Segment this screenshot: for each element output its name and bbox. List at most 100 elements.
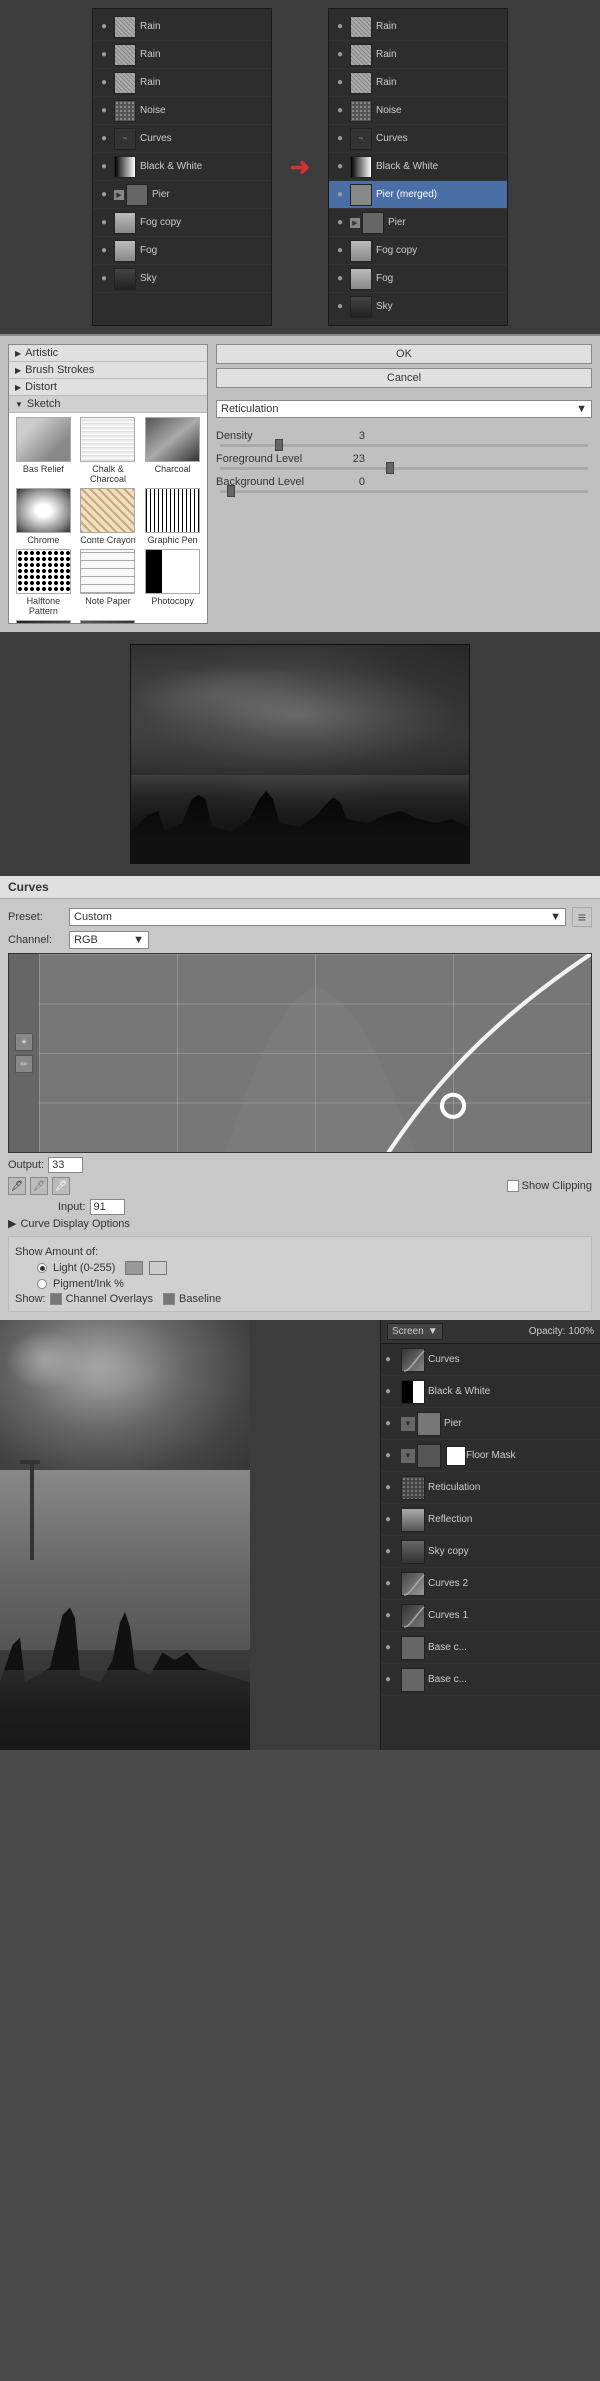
visibility-icon[interactable]: ●	[385, 1482, 399, 1493]
pigment-radio[interactable]	[37, 1279, 47, 1289]
visibility-icon[interactable]: ●	[333, 48, 347, 62]
layer-row[interactable]: ● Fog	[93, 237, 271, 265]
visibility-icon[interactable]: ●	[333, 160, 347, 174]
layer-row[interactable]: ● Fog copy	[329, 237, 507, 265]
layer-row-selected[interactable]: ● Pier (merged)	[329, 181, 507, 209]
visibility-icon[interactable]: ●	[333, 216, 347, 230]
visibility-icon[interactable]: ●	[333, 188, 347, 202]
final-layer-base2[interactable]: ● Base c...	[381, 1664, 600, 1696]
visibility-icon[interactable]: ●	[97, 188, 111, 202]
filter-item-extra2[interactable]	[78, 620, 139, 624]
foreground-slider-track[interactable]	[220, 467, 588, 470]
filter-item-charcoal[interactable]: Charcoal	[142, 417, 203, 484]
final-layer-floor-mask[interactable]: ● ▼ Floor Mask	[381, 1440, 600, 1472]
filter-item-photocopy[interactable]: Photocopy	[142, 549, 203, 616]
layer-row[interactable]: ● Sky	[93, 265, 271, 293]
visibility-icon[interactable]: ●	[385, 1674, 399, 1685]
visibility-icon[interactable]: ●	[97, 104, 111, 118]
filter-category-distort[interactable]: ▶ Distort	[9, 379, 207, 396]
visibility-icon[interactable]: ●	[333, 132, 347, 146]
channel-dropdown[interactable]: RGB ▼	[69, 931, 149, 949]
curve-draw-tool-icon[interactable]: ✏	[15, 1055, 33, 1073]
filter-category-brush[interactable]: ▶ Brush Strokes	[9, 362, 207, 379]
visibility-icon[interactable]: ●	[97, 216, 111, 230]
final-layer-base1[interactable]: ● Base c...	[381, 1632, 600, 1664]
visibility-icon[interactable]: ●	[385, 1450, 399, 1461]
final-layer-reticulation[interactable]: ● Reticulation	[381, 1472, 600, 1504]
final-layer-bw[interactable]: ● Black & White	[381, 1376, 600, 1408]
layer-row[interactable]: ● ~ Curves	[329, 125, 507, 153]
layer-row[interactable]: ● Fog copy	[93, 209, 271, 237]
curve-display-options-toggle[interactable]: ▶ Curve Display Options	[8, 1215, 592, 1232]
cancel-button[interactable]: Cancel	[216, 368, 592, 388]
filter-item-bas-relief[interactable]: Bas Relief	[13, 417, 74, 484]
final-layer-curves2[interactable]: ● Curves 2	[381, 1568, 600, 1600]
filter-item-note[interactable]: Note Paper	[78, 549, 139, 616]
final-layer-pier[interactable]: ● ▼ Pier	[381, 1408, 600, 1440]
eyedropper-gray-tool[interactable]: 🖋	[30, 1177, 48, 1195]
eyedropper-white-tool[interactable]: 🖋	[52, 1177, 70, 1195]
final-layer-curves1[interactable]: ● Curves 1	[381, 1600, 600, 1632]
channel-overlays-checkbox[interactable]	[50, 1293, 62, 1305]
layer-row[interactable]: ● ▶ Pier	[93, 181, 271, 209]
visibility-icon[interactable]: ●	[333, 104, 347, 118]
final-layer-reflection[interactable]: ● Reflection	[381, 1504, 600, 1536]
visibility-icon[interactable]: ●	[97, 160, 111, 174]
show-clipping-checkbox[interactable]	[507, 1180, 519, 1192]
output-value-field[interactable]: 33	[48, 1157, 83, 1173]
filter-item-chrome[interactable]: Chrome	[13, 488, 74, 545]
visibility-icon[interactable]: ●	[97, 244, 111, 258]
layer-row[interactable]: ● Black & White	[93, 153, 271, 181]
visibility-icon[interactable]: ●	[385, 1610, 399, 1621]
group-expand-icon[interactable]: ▼	[401, 1449, 415, 1463]
layer-row[interactable]: ● Rain	[329, 69, 507, 97]
layer-row[interactable]: ● Sky	[329, 293, 507, 321]
visibility-icon[interactable]: ●	[385, 1418, 399, 1429]
preset-dropdown[interactable]: Reticulation ▼	[216, 400, 592, 418]
preset-dropdown[interactable]: Custom ▼	[69, 908, 566, 926]
blend-mode-dropdown[interactable]: Screen ▼	[387, 1323, 443, 1340]
baseline-checkbox[interactable]	[163, 1293, 175, 1305]
eyedropper-black-tool[interactable]: 🖋	[8, 1177, 26, 1195]
density-slider-thumb[interactable]	[275, 439, 283, 451]
layer-row[interactable]: ● Rain	[93, 69, 271, 97]
visibility-icon[interactable]: ●	[385, 1514, 399, 1525]
layer-row[interactable]: ● Rain	[93, 41, 271, 69]
layer-row[interactable]: ● Noise	[329, 97, 507, 125]
visibility-icon[interactable]: ●	[97, 20, 111, 34]
light-radio[interactable]	[37, 1263, 47, 1273]
layer-row[interactable]: ● Noise	[93, 97, 271, 125]
visibility-icon[interactable]: ●	[385, 1546, 399, 1557]
curves-options-button[interactable]: ≡	[572, 907, 592, 927]
layer-row[interactable]: ● Rain	[93, 13, 271, 41]
visibility-icon[interactable]: ●	[97, 48, 111, 62]
layer-row[interactable]: ● Rain	[329, 41, 507, 69]
visibility-icon[interactable]: ●	[333, 76, 347, 90]
final-layer-sky-copy[interactable]: ● Sky copy	[381, 1536, 600, 1568]
visibility-icon[interactable]: ●	[385, 1578, 399, 1589]
filter-item-halftone[interactable]: Halftone Pattern	[13, 549, 74, 616]
filter-category-sketch[interactable]: ▼ Sketch	[9, 396, 207, 413]
layer-row[interactable]: ● ~ Curves	[93, 125, 271, 153]
layer-row[interactable]: ● Fog	[329, 265, 507, 293]
filter-item-chalk[interactable]: Chalk & Charcoal	[78, 417, 139, 484]
visibility-icon[interactable]: ●	[333, 20, 347, 34]
visibility-icon[interactable]: ●	[333, 300, 347, 314]
filter-category-list[interactable]: ▶ Artistic ▶ Brush Strokes ▶ Distort ▼ S…	[8, 344, 208, 624]
input-value-field[interactable]: 91	[90, 1199, 125, 1215]
visibility-icon[interactable]: ●	[97, 76, 111, 90]
visibility-icon[interactable]: ●	[385, 1354, 399, 1365]
layer-row[interactable]: ● Rain	[329, 13, 507, 41]
filter-category-artistic[interactable]: ▶ Artistic	[9, 345, 207, 362]
background-slider-thumb[interactable]	[227, 485, 235, 497]
filter-item-extra1[interactable]	[13, 620, 74, 624]
background-slider-track[interactable]	[220, 490, 588, 493]
visibility-icon[interactable]: ●	[97, 132, 111, 146]
visibility-icon[interactable]: ●	[385, 1386, 399, 1397]
filter-item-graphic[interactable]: Graphic Pen	[142, 488, 203, 545]
group-expand-icon[interactable]: ▶	[114, 190, 124, 200]
visibility-icon[interactable]: ●	[97, 272, 111, 286]
layer-row[interactable]: ● Black & White	[329, 153, 507, 181]
ok-button[interactable]: OK	[216, 344, 592, 364]
filter-item-conte[interactable]: Conte Crayon	[78, 488, 139, 545]
